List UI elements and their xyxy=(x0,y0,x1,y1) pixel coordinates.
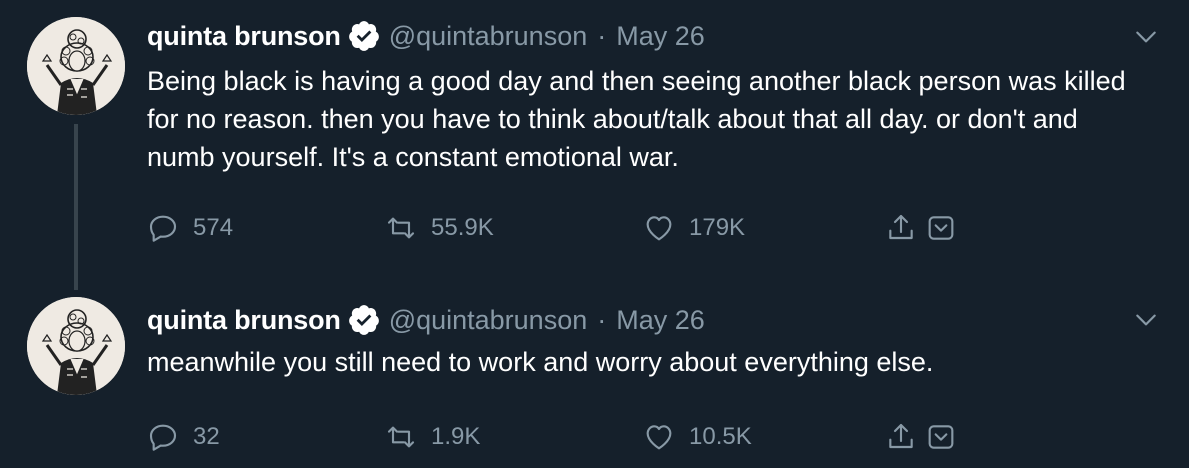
retweet-button[interactable]: 1.9K xyxy=(385,417,480,457)
user-handle[interactable]: @quintabrunson xyxy=(389,21,588,52)
add-to-bookmarks-icon[interactable] xyxy=(925,421,957,453)
like-count: 10.5K xyxy=(689,423,752,450)
share-actions xyxy=(885,208,957,248)
tweet-thread: quinta brunson @quintabrunson · May 26 B… xyxy=(0,0,1189,468)
display-name[interactable]: quinta brunson xyxy=(147,21,341,52)
like-count: 179K xyxy=(689,214,746,241)
tweet-header: quinta brunson @quintabrunson · May 26 xyxy=(147,16,705,56)
tweet[interactable]: quinta brunson @quintabrunson · May 26 m… xyxy=(0,285,1189,468)
tweet-date[interactable]: May 26 xyxy=(616,305,705,336)
retweet-count: 55.9K xyxy=(431,214,494,241)
avatar[interactable] xyxy=(27,17,125,115)
retweet-icon xyxy=(385,212,417,244)
header-separator: · xyxy=(597,304,607,335)
tweet[interactable]: quinta brunson @quintabrunson · May 26 B… xyxy=(0,0,1189,275)
header-separator: · xyxy=(597,20,607,51)
share-actions xyxy=(885,417,957,457)
tweet-date[interactable]: May 26 xyxy=(616,21,705,52)
tweet-actions: 32 1.9K 10.5K xyxy=(147,417,977,457)
share-icon[interactable] xyxy=(885,421,917,453)
reply-count: 574 xyxy=(193,214,234,241)
reply-icon xyxy=(147,421,179,453)
tweet-text: meanwhile you still need to work and wor… xyxy=(147,347,934,377)
chevron-down-icon[interactable] xyxy=(1133,24,1159,50)
retweet-count: 1.9K xyxy=(431,423,481,450)
reply-icon xyxy=(147,212,179,244)
verified-badge-icon xyxy=(347,19,381,53)
like-icon xyxy=(643,212,675,244)
tweet-text: Being black is having a good day and the… xyxy=(147,66,1126,172)
share-icon[interactable] xyxy=(885,212,917,244)
chevron-down-icon[interactable] xyxy=(1133,307,1159,333)
avatar-illustration xyxy=(27,297,125,395)
reply-count: 32 xyxy=(193,423,220,450)
user-handle[interactable]: @quintabrunson xyxy=(389,305,588,336)
reply-button[interactable]: 574 xyxy=(147,208,233,248)
retweet-icon xyxy=(385,421,417,453)
avatar[interactable] xyxy=(27,297,125,395)
like-button[interactable]: 10.5K xyxy=(643,417,752,457)
like-icon xyxy=(643,421,675,453)
display-name[interactable]: quinta brunson xyxy=(147,305,341,336)
add-to-bookmarks-icon[interactable] xyxy=(925,212,957,244)
tweet-actions: 574 55.9K 179K xyxy=(147,208,977,248)
tweet-header: quinta brunson @quintabrunson · May 26 xyxy=(147,300,705,340)
like-button[interactable]: 179K xyxy=(643,208,745,248)
reply-button[interactable]: 32 xyxy=(147,417,220,457)
retweet-button[interactable]: 55.9K xyxy=(385,208,494,248)
verified-badge-icon xyxy=(347,303,381,337)
avatar-illustration xyxy=(27,17,125,115)
